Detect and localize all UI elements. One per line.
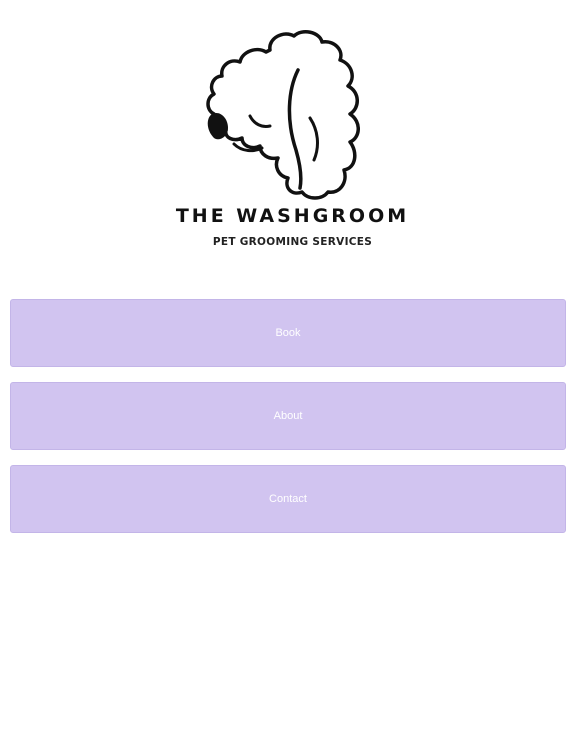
contact-button[interactable]: Contact [10,465,566,533]
contact-button-label: Contact [269,493,307,505]
about-button[interactable]: About [10,382,566,450]
about-button-label: About [273,410,303,422]
main-nav: Book About Contact [10,299,566,548]
brand-tagline: PET GROOMING SERVICES [212,236,373,248]
book-button[interactable]: Book [10,299,566,367]
book-button-label: Book [275,327,301,339]
brand-logo: THE WASHGROOM PET GROOMING SERVICES [150,0,435,285]
brand-name: THE WASHGROOM [175,205,410,227]
